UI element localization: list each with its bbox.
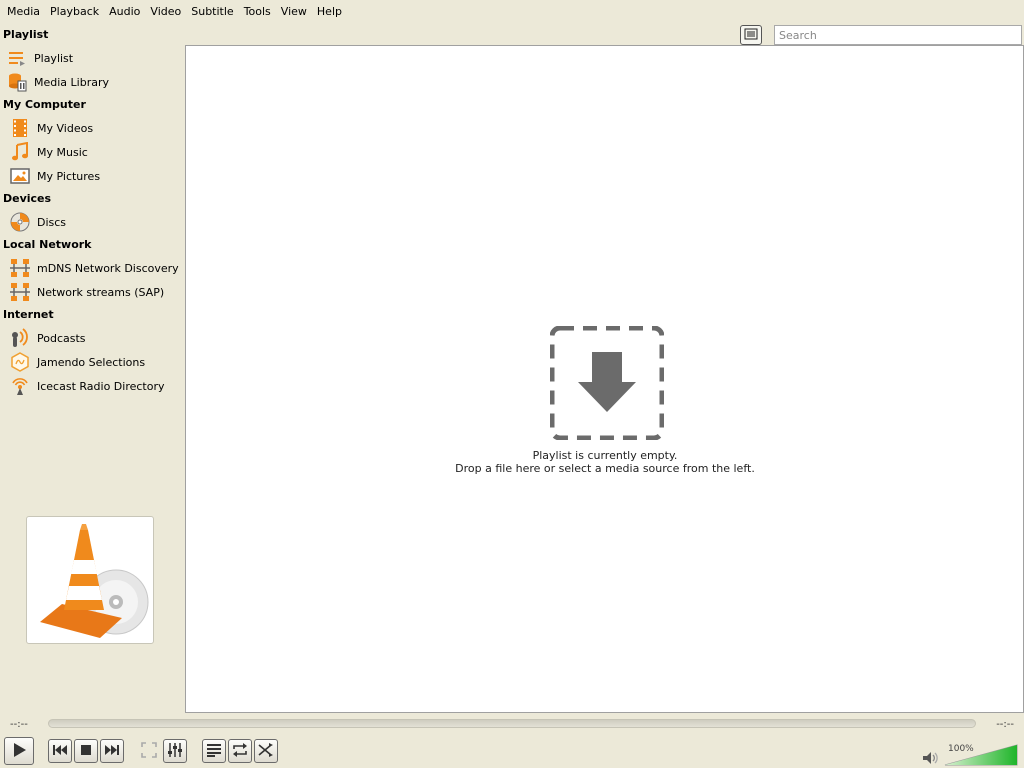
- menu-audio[interactable]: Audio: [104, 3, 145, 18]
- shuffle-icon: [258, 742, 274, 760]
- next-button[interactable]: [100, 739, 124, 763]
- radio-icon: [9, 375, 31, 397]
- playlist-area[interactable]: Playlist is currently empty. Drop a file…: [185, 45, 1024, 713]
- remaining-time[interactable]: --:--: [996, 719, 1014, 730]
- section-header-local-network: Local Network: [3, 238, 92, 251]
- next-icon: [104, 744, 120, 759]
- podcast-icon: [9, 327, 31, 349]
- loop-button[interactable]: [228, 739, 252, 763]
- sidebar-item-label: My Pictures: [37, 169, 101, 183]
- shuffle-button[interactable]: [254, 739, 278, 763]
- sidebar-item-podcasts[interactable]: Podcasts: [0, 326, 184, 350]
- fullscreen-icon: [141, 741, 157, 761]
- empty-message-line-1: Playlist is currently empty.: [532, 449, 678, 462]
- empty-playlist-message: Playlist is currently empty. Drop a file…: [186, 449, 1024, 475]
- extended-settings-button[interactable]: [163, 739, 187, 763]
- playlist-icon: [206, 743, 222, 760]
- menu-view[interactable]: View: [276, 3, 312, 18]
- album-art: [26, 516, 154, 644]
- sidebar-item-sap[interactable]: Network streams (SAP): [0, 280, 184, 304]
- menu-help[interactable]: Help: [312, 3, 347, 18]
- section-header-devices: Devices: [3, 192, 52, 205]
- search-input[interactable]: [774, 25, 1022, 45]
- sidebar-item-label: My Videos: [37, 121, 94, 135]
- sidebar-item-label: mDNS Network Discovery: [37, 261, 179, 275]
- volume-slider[interactable]: [944, 744, 1018, 766]
- sidebar-item-playlist[interactable]: Playlist: [0, 46, 184, 70]
- toggle-playlist-button[interactable]: [202, 739, 226, 763]
- sidebar-item-label: Playlist: [34, 51, 74, 65]
- search-row: [740, 24, 1022, 46]
- menu-subtitle[interactable]: Subtitle: [186, 3, 238, 18]
- network-icon: [9, 257, 31, 279]
- sidebar-item-my-pictures[interactable]: My Pictures: [0, 164, 184, 188]
- sidebar-item-my-videos[interactable]: My Videos: [0, 116, 184, 140]
- list-view-icon: [744, 28, 758, 43]
- music-note-icon: [9, 141, 31, 163]
- section-header-playlist: Playlist: [3, 28, 49, 41]
- menu-tools[interactable]: Tools: [239, 3, 276, 18]
- sidebar-item-label: Jamendo Selections: [37, 355, 146, 369]
- jamendo-icon: [9, 351, 31, 373]
- previous-button[interactable]: [48, 739, 72, 763]
- playback-controls: [0, 736, 1024, 768]
- sidebar-item-icecast[interactable]: Icecast Radio Directory: [0, 374, 184, 398]
- speaker-icon[interactable]: [922, 751, 940, 768]
- menu-playback[interactable]: Playback: [45, 3, 104, 18]
- sidebar-item-label: Podcasts: [37, 331, 86, 345]
- picture-icon: [9, 165, 31, 187]
- sidebar-item-label: Icecast Radio Directory: [37, 379, 165, 393]
- menu-media[interactable]: Media: [2, 3, 45, 18]
- sidebar-item-media-library[interactable]: Media Library: [0, 70, 184, 94]
- equalizer-icon: [167, 742, 183, 761]
- media-library-icon: [6, 71, 28, 93]
- loop-icon: [231, 742, 249, 760]
- sidebar-item-label: My Music: [37, 145, 88, 159]
- sidebar-item-mdns[interactable]: mDNS Network Discovery: [0, 256, 184, 280]
- seek-slider[interactable]: [48, 719, 976, 728]
- section-header-internet: Internet: [3, 308, 54, 321]
- sidebar-item-jamendo[interactable]: Jamendo Selections: [0, 350, 184, 374]
- disc-icon: [9, 211, 31, 233]
- stop-icon: [80, 744, 92, 759]
- playlist-icon: [6, 47, 28, 69]
- section-header-my-computer: My Computer: [3, 98, 86, 111]
- play-button[interactable]: [4, 737, 34, 765]
- sidebar-item-my-music[interactable]: My Music: [0, 140, 184, 164]
- empty-message-line-2: Drop a file here or select a media sourc…: [455, 462, 755, 475]
- vlc-cone-logo: [40, 524, 149, 638]
- menu-bar: Media Playback Audio Video Subtitle Tool…: [0, 0, 1024, 20]
- fullscreen-button[interactable]: [137, 739, 161, 763]
- elapsed-time: --:--: [10, 719, 28, 730]
- menu-video[interactable]: Video: [145, 3, 186, 18]
- network-icon: [9, 281, 31, 303]
- playlist-view-button[interactable]: [740, 25, 762, 45]
- stop-button[interactable]: [74, 739, 98, 763]
- sidebar-item-label: Media Library: [34, 75, 109, 89]
- sidebar-item-label: Network streams (SAP): [37, 285, 165, 299]
- sidebar-item-discs[interactable]: Discs: [0, 210, 184, 234]
- drop-file-icon: [550, 326, 664, 440]
- play-icon: [11, 742, 27, 761]
- previous-icon: [52, 744, 68, 759]
- film-icon: [9, 117, 31, 139]
- sidebar-item-label: Discs: [37, 215, 67, 229]
